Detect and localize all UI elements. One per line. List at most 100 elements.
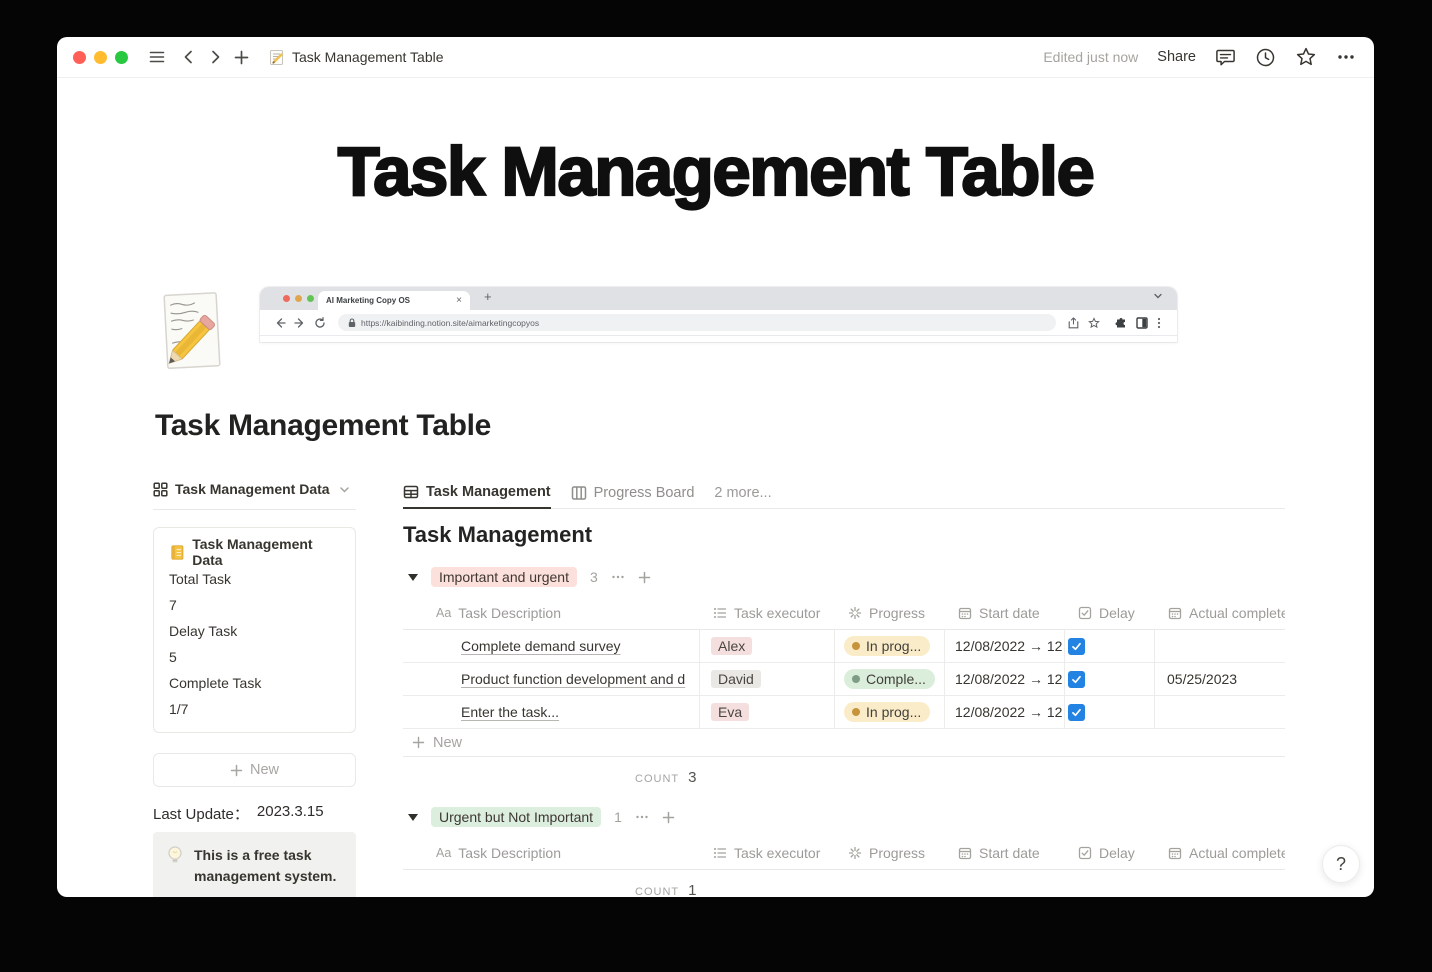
- last-update-label: Last Update：: [153, 806, 249, 823]
- group-add-icon[interactable]: [638, 571, 651, 584]
- task-executor-cell[interactable]: Eva: [700, 696, 835, 728]
- task-executor-cell[interactable]: Alex: [700, 630, 835, 662]
- grid-view-icon: [153, 481, 168, 497]
- task-executor-cell[interactable]: David: [700, 663, 835, 695]
- status-dot-icon: [852, 675, 860, 683]
- group-count: 1: [614, 809, 622, 825]
- calendar-icon: [1168, 606, 1182, 620]
- sidebar-toggle-icon[interactable]: [144, 44, 170, 70]
- group-count-row: COUNT 3: [635, 769, 697, 786]
- group-options-icon[interactable]: [611, 570, 625, 584]
- text-type-icon: Aa: [436, 846, 452, 860]
- status-dot-icon: [852, 642, 860, 650]
- actual-complete-cell[interactable]: 05/25/2023: [1155, 663, 1285, 695]
- multi-select-icon: [713, 846, 727, 860]
- cover-hero-title: Task Management Table: [336, 132, 1096, 211]
- more-tabs[interactable]: 2 more...: [714, 477, 771, 508]
- mock-url-text: https://kaibinding.notion.site/aimarketi…: [361, 317, 540, 328]
- close-window-button[interactable]: [73, 50, 86, 64]
- minimize-window-button[interactable]: [94, 50, 107, 64]
- tab-progress-board[interactable]: Progress Board: [571, 477, 694, 508]
- pencil-note-page-icon[interactable]: [161, 291, 227, 371]
- task-description-cell[interactable]: Enter the task...: [403, 696, 700, 728]
- actual-complete-cell[interactable]: [1155, 630, 1285, 662]
- start-date-cell[interactable]: 12/08/2022 → 12: [945, 663, 1065, 695]
- delay-checkbox-checked: [1068, 637, 1085, 655]
- progress-cell[interactable]: Comple...: [835, 663, 945, 695]
- mock-new-tab-icon: +: [484, 289, 492, 304]
- mock-tab-close-icon: ×: [456, 295, 462, 306]
- mock-close-dot: [283, 295, 290, 302]
- group-pill[interactable]: Important and urgent: [431, 567, 577, 587]
- plus-icon: [230, 764, 243, 776]
- checkbox-property-icon: [1078, 606, 1092, 620]
- delay-cell[interactable]: [1065, 630, 1155, 662]
- collapse-triangle-icon[interactable]: [408, 573, 418, 581]
- collapse-triangle-icon[interactable]: [408, 813, 418, 821]
- column-header-actual-complete[interactable]: Actual complete: [1155, 837, 1285, 869]
- delay-checkbox-checked: [1068, 703, 1085, 721]
- memo-page-icon: [270, 49, 283, 65]
- mock-toolbar-icons: [1068, 316, 1161, 329]
- mock-kebab-icon: [1157, 317, 1161, 328]
- checkbox-property-icon: [1078, 846, 1092, 860]
- task-description-cell[interactable]: Product function development and d: [403, 663, 700, 695]
- favorite-star-icon[interactable]: [1295, 46, 1317, 68]
- mock-bookmark-star-icon: [1088, 316, 1100, 328]
- task-description-cell[interactable]: Complete demand survey: [403, 630, 700, 662]
- mock-forward-icon: [294, 317, 306, 329]
- board-view-icon: [571, 485, 586, 500]
- stats-card[interactable]: Task Management Data Total Task 7 Delay …: [153, 527, 356, 733]
- group-options-icon[interactable]: [635, 810, 649, 824]
- progress-cell[interactable]: In prog...: [835, 630, 945, 662]
- breadcrumb-title: Task Management Table: [292, 49, 444, 65]
- column-header-start-date[interactable]: Start date: [945, 837, 1065, 869]
- group-pill[interactable]: Urgent but Not Important: [431, 807, 602, 827]
- status-burst-icon: [848, 846, 862, 860]
- column-header-progress[interactable]: Progress: [835, 597, 945, 629]
- multi-select-icon: [713, 606, 727, 620]
- browser-tab-strip: AI Marketing Copy OS × +: [260, 287, 1177, 310]
- column-header-description[interactable]: Aa Task Description: [403, 597, 700, 629]
- browser-screenshot-image: AI Marketing Copy OS × + https://kaibind…: [260, 287, 1177, 342]
- main-content: Task Management Progress Board 2 more...…: [403, 477, 1285, 897]
- zoom-window-button[interactable]: [115, 50, 128, 64]
- progress-cell[interactable]: In prog...: [835, 696, 945, 728]
- column-header-delay[interactable]: Delay: [1065, 597, 1155, 629]
- new-tab-icon[interactable]: [228, 44, 254, 70]
- column-header-description[interactable]: Aa Task Description: [403, 837, 700, 869]
- column-header-progress[interactable]: Progress: [835, 837, 945, 869]
- breadcrumb[interactable]: Task Management Table: [268, 49, 444, 66]
- column-header-executor[interactable]: Task executor: [700, 597, 835, 629]
- lightbulb-icon: [168, 846, 182, 863]
- column-header-start-date[interactable]: Start date: [945, 597, 1065, 629]
- calendar-icon: [958, 846, 972, 860]
- column-header-delay[interactable]: Delay: [1065, 837, 1155, 869]
- delay-cell[interactable]: [1065, 696, 1155, 728]
- table-new-row-button[interactable]: New: [403, 729, 1285, 757]
- help-button[interactable]: ?: [1322, 845, 1360, 883]
- column-header-actual-complete[interactable]: Actual complete: [1155, 597, 1285, 629]
- back-icon[interactable]: [176, 44, 202, 70]
- share-button[interactable]: Share: [1157, 49, 1196, 65]
- start-date-cell[interactable]: 12/08/2022 → 12: [945, 630, 1065, 662]
- page-cover: Task Management Table AI Marketing Copy …: [57, 78, 1374, 383]
- stats-card-title: Task Management Data: [192, 536, 313, 568]
- stat-value: 7: [169, 597, 177, 613]
- more-options-icon[interactable]: [1336, 47, 1356, 67]
- updates-clock-icon[interactable]: [1255, 47, 1276, 68]
- start-date-cell[interactable]: 12/08/2022 → 12: [945, 696, 1065, 728]
- tab-task-management[interactable]: Task Management: [403, 477, 551, 509]
- data-source-selector[interactable]: Task Management Data: [153, 477, 356, 510]
- column-header-executor[interactable]: Task executor: [700, 837, 835, 869]
- status-burst-icon: [848, 606, 862, 620]
- actual-complete-cell[interactable]: [1155, 696, 1285, 728]
- table-row: Product function development and d David…: [403, 663, 1285, 696]
- comments-icon[interactable]: [1215, 47, 1236, 68]
- group-add-icon[interactable]: [662, 811, 675, 824]
- delay-cell[interactable]: [1065, 663, 1155, 695]
- forward-icon[interactable]: [202, 44, 228, 70]
- group-count: 3: [589, 569, 598, 585]
- chevron-down-icon: [339, 484, 350, 495]
- sidebar-new-button[interactable]: New: [153, 753, 356, 787]
